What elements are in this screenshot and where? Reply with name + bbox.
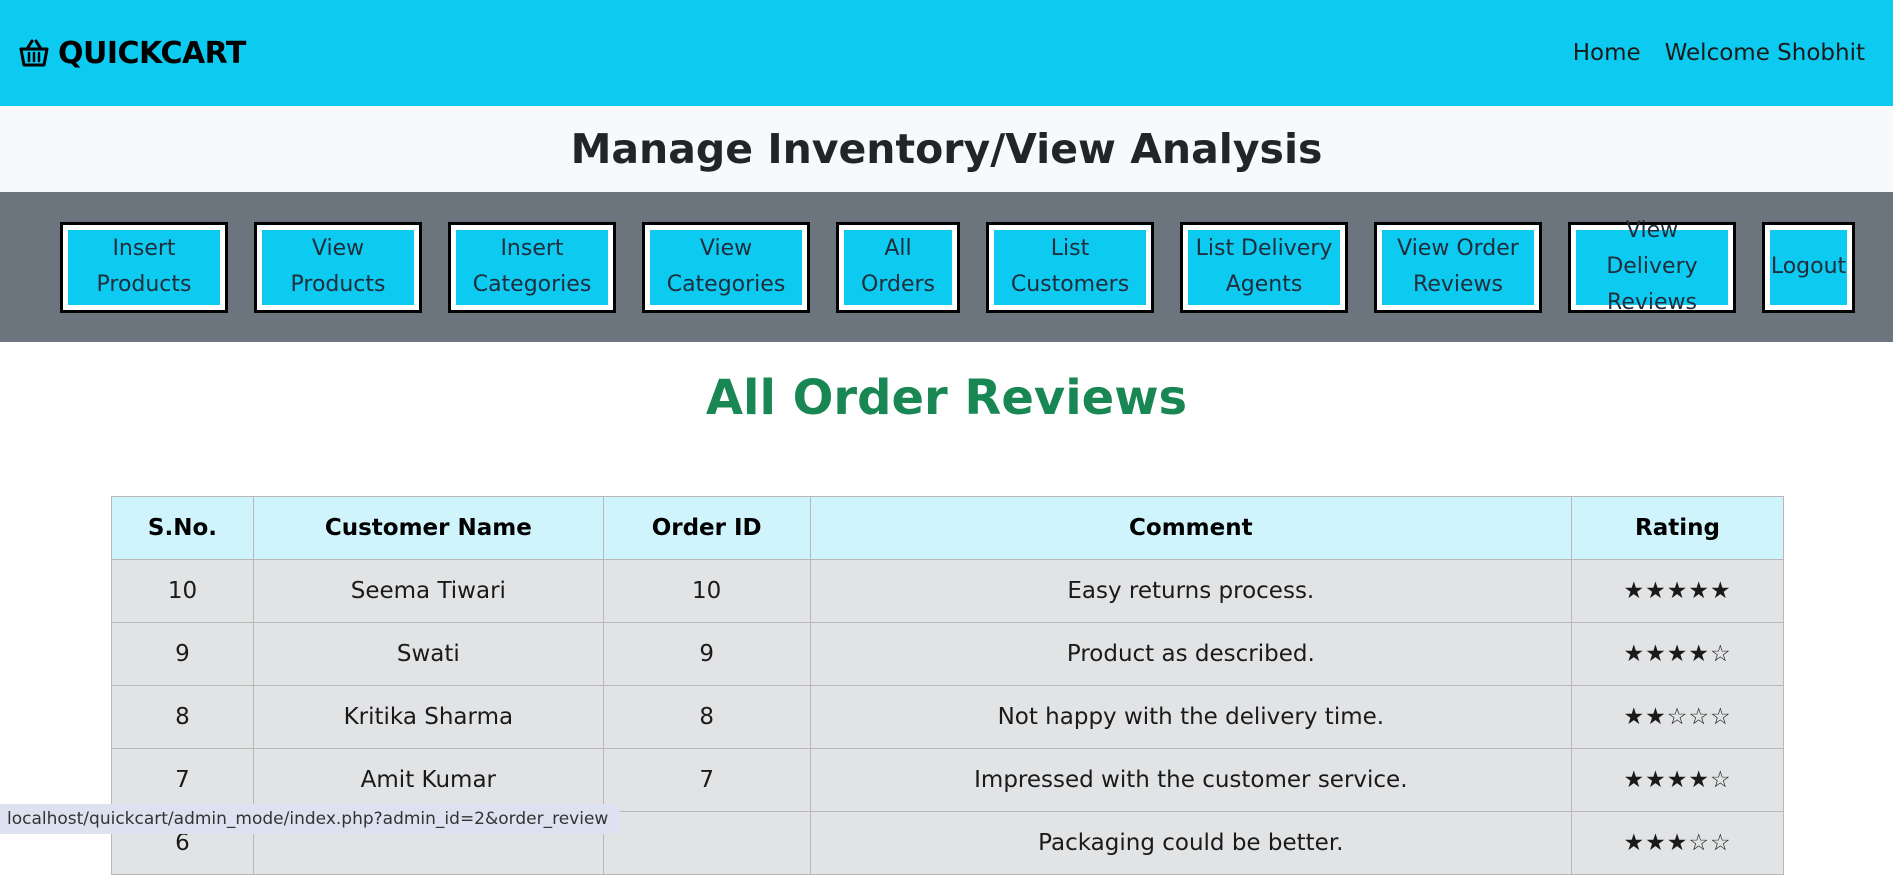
column-header-customer-name: Customer Name [252, 496, 604, 560]
view-categories-button[interactable]: View Categories [642, 221, 810, 313]
all-orders-button[interactable]: All Orders [836, 221, 960, 313]
column-header-rating: Rating [1571, 496, 1784, 560]
insert-categories-label: Insert Categories [456, 229, 608, 305]
cell-comment: Packaging could be better. [809, 811, 1573, 875]
view-products-button[interactable]: View Products [254, 221, 422, 313]
insert-products-button[interactable]: Insert Products [60, 221, 228, 313]
view-delivery-reviews-button[interactable]: View Delivery Reviews [1568, 218, 1736, 315]
insert-products-label: Insert Products [68, 229, 220, 305]
cell-rating-stars: ★★★★★ [1571, 559, 1784, 623]
cell-sno: 7 [111, 748, 254, 812]
page-title-band: Manage Inventory/View Analysis [0, 106, 1893, 192]
cell-order-id: 7 [602, 748, 811, 812]
cell-customer-name: Amit Kumar [252, 748, 604, 812]
table-row: 7 Amit Kumar 7 Impressed with the custom… [111, 748, 1784, 812]
cell-rating-stars: ★★★☆☆ [1571, 811, 1784, 875]
section-title: All Order Reviews [705, 370, 1188, 426]
cell-rating-stars: ★★★★☆ [1571, 748, 1784, 812]
view-order-reviews-button[interactable]: View Order Reviews [1374, 221, 1542, 313]
all-orders-label: All Orders [844, 229, 952, 305]
cell-customer-name: Kritika Sharma [252, 685, 604, 749]
welcome-user-link[interactable]: Welcome Shobhit [1665, 40, 1865, 66]
cell-sno: 9 [111, 622, 254, 686]
cell-comment: Impressed with the customer service. [809, 748, 1573, 812]
cell-sno: 8 [111, 685, 254, 749]
logout-button[interactable]: Logout [1762, 221, 1855, 313]
table-row: 8 Kritika Sharma 8 Not happy with the de… [111, 685, 1784, 749]
insert-categories-button[interactable]: Insert Categories [448, 221, 616, 313]
column-header-order-id: Order ID [602, 496, 811, 560]
table-row: 9 Swati 9 Product as described. ★★★★☆ [111, 622, 1784, 686]
list-customers-label: List Customers [994, 229, 1146, 305]
table-row: 10 Seema Tiwari 10 Easy returns process.… [111, 559, 1784, 623]
brand-name: QUICKCART [58, 35, 246, 71]
home-link[interactable]: Home [1573, 40, 1641, 66]
top-navbar: QUICKCART Home Welcome Shobhit [0, 0, 1893, 106]
logout-label: Logout [1770, 229, 1847, 305]
cell-comment: Easy returns process. [809, 559, 1573, 623]
view-order-reviews-label: View Order Reviews [1382, 229, 1534, 305]
column-header-comment: Comment [809, 496, 1573, 560]
view-products-label: View Products [262, 229, 414, 305]
cell-rating-stars: ★★☆☆☆ [1571, 685, 1784, 749]
nav-links: Home Welcome Shobhit [1573, 40, 1865, 66]
cell-customer-name: Swati [252, 622, 604, 686]
cell-customer-name: Seema Tiwari [252, 559, 604, 623]
status-bar-url: localhost/quickcart/admin_mode/index.php… [0, 804, 621, 834]
list-delivery-agents-label: List Delivery Agents [1188, 229, 1340, 305]
view-categories-label: View Categories [650, 229, 802, 305]
cell-comment: Product as described. [809, 622, 1573, 686]
view-delivery-reviews-label: View Delivery Reviews [1576, 218, 1728, 315]
cell-order-id: 10 [602, 559, 811, 623]
admin-menu-bar: Insert Products View Products Insert Cat… [0, 192, 1893, 342]
cell-order-id: 9 [602, 622, 811, 686]
cell-sno: 10 [111, 559, 254, 623]
list-customers-button[interactable]: List Customers [986, 221, 1154, 313]
page-title: Manage Inventory/View Analysis [570, 125, 1323, 173]
basket-icon [19, 39, 49, 67]
column-header-sno: S.No. [111, 496, 254, 560]
list-delivery-agents-button[interactable]: List Delivery Agents [1180, 221, 1348, 313]
brand-logo[interactable]: QUICKCART [18, 36, 246, 71]
cell-order-id: 8 [602, 685, 811, 749]
cell-comment: Not happy with the delivery time. [809, 685, 1573, 749]
cell-order-id [602, 811, 811, 875]
table-header-row: S.No. Customer Name Order ID Comment Rat… [111, 496, 1784, 560]
cell-rating-stars: ★★★★☆ [1571, 622, 1784, 686]
